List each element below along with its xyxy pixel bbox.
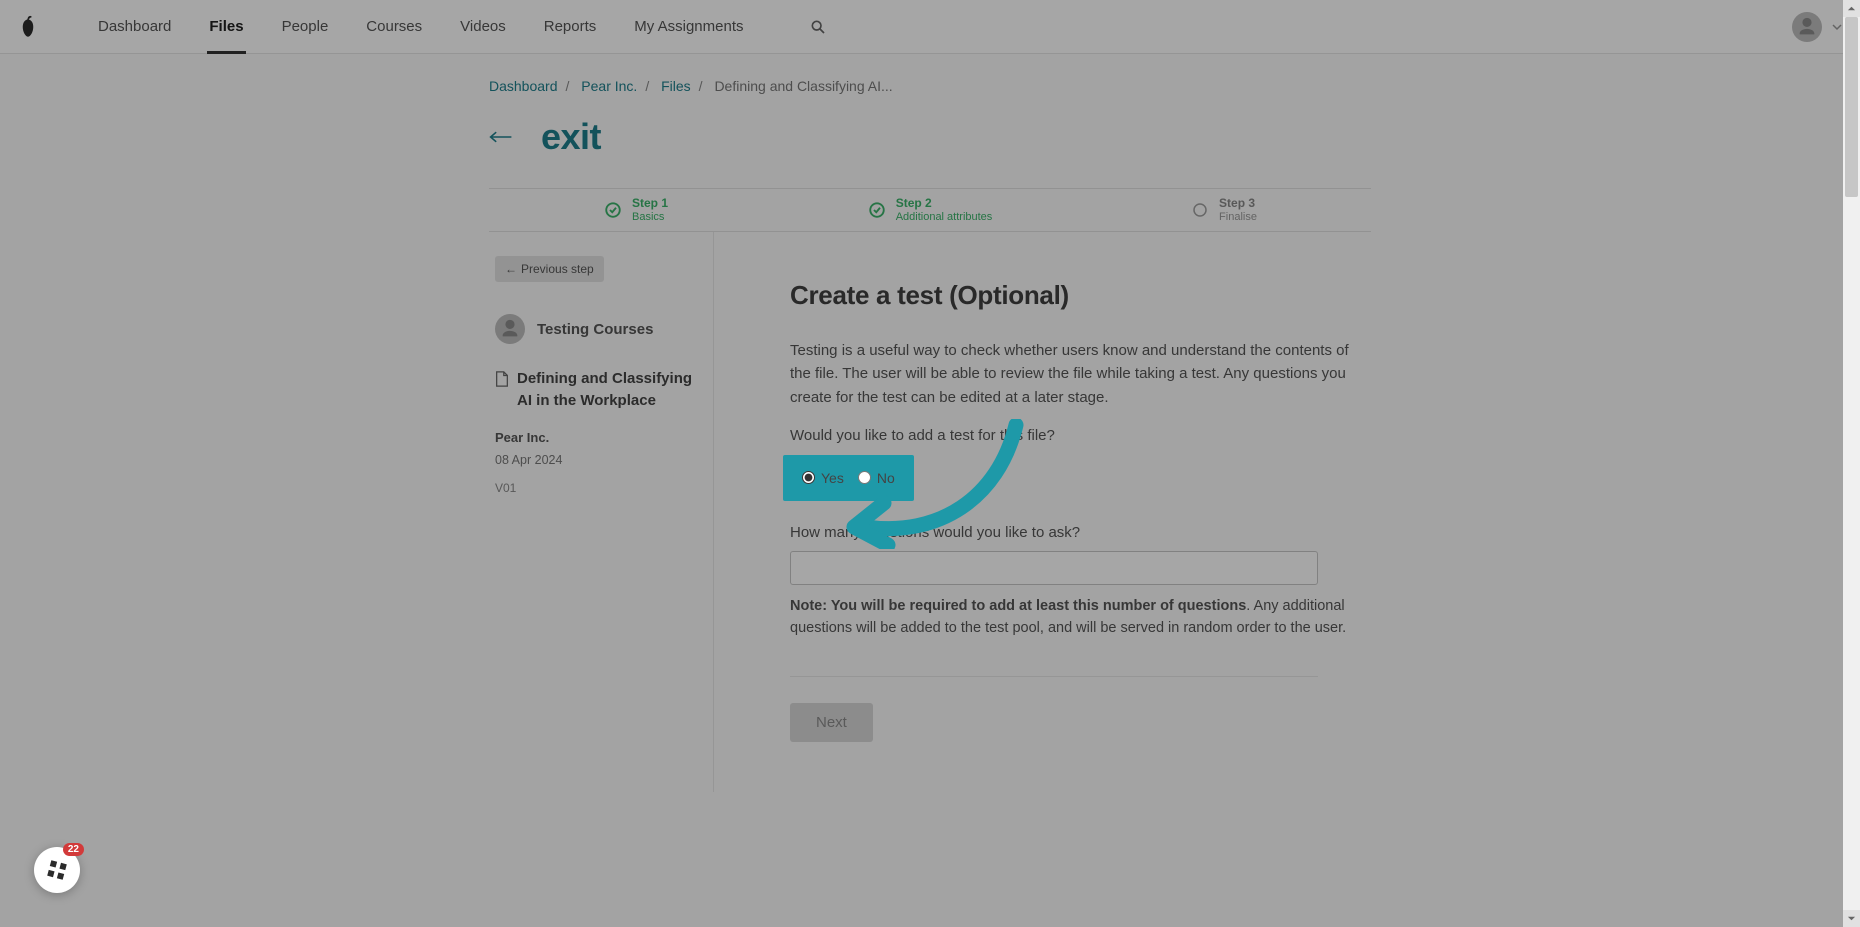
- previous-step-label: Previous step: [521, 262, 594, 276]
- radio-no-input[interactable]: [858, 471, 871, 484]
- nav-people[interactable]: People: [280, 0, 331, 53]
- circle-icon: [1191, 201, 1209, 219]
- next-button[interactable]: Next: [790, 703, 873, 742]
- section-intro: Testing is a useful way to check whether…: [790, 339, 1350, 409]
- help-widget[interactable]: 22: [34, 847, 80, 893]
- top-header: Dashboard Files People Courses Videos Re…: [0, 0, 1860, 54]
- crumb-current: Defining and Classifying AI...: [714, 78, 892, 94]
- file-icon: [495, 371, 509, 387]
- radio-yes-input[interactable]: [802, 471, 815, 484]
- file-date: 08 Apr 2024: [495, 453, 703, 467]
- scroll-thumb[interactable]: [1845, 17, 1858, 197]
- radio-no[interactable]: No: [858, 470, 895, 486]
- crumb-dashboard[interactable]: Dashboard: [489, 78, 558, 94]
- step-2-title: Step 2: [896, 197, 993, 211]
- help-widget-icon: [45, 858, 69, 882]
- arrow-left-small-icon: ←: [505, 262, 517, 276]
- sidebar: ← Previous step Testing Courses Defining…: [489, 232, 714, 792]
- nav-files[interactable]: Files: [207, 0, 245, 53]
- previous-step-button[interactable]: ← Previous step: [495, 256, 604, 282]
- main-panel: Create a test (Optional) Testing is a us…: [714, 232, 1371, 792]
- nav-reports[interactable]: Reports: [542, 0, 599, 53]
- user-menu[interactable]: [1792, 12, 1842, 42]
- check-circle-icon: [868, 201, 886, 219]
- question-count-input[interactable]: [790, 551, 1318, 585]
- vertical-scrollbar[interactable]: [1843, 0, 1860, 927]
- chevron-down-icon: [1832, 22, 1842, 32]
- page-title: exit: [541, 116, 601, 158]
- add-test-radio-group: Yes No: [790, 462, 907, 494]
- step-2-sub: Additional attributes: [896, 211, 993, 224]
- radio-no-label: No: [877, 470, 895, 486]
- radio-yes-label: Yes: [821, 470, 844, 486]
- file-name: Defining and Classifying AI in the Workp…: [517, 368, 703, 412]
- check-circle-icon: [604, 201, 622, 219]
- author-avatar-icon: [495, 314, 525, 344]
- step-3[interactable]: Step 3Finalise: [1077, 189, 1371, 231]
- logo-icon: [18, 15, 38, 39]
- step-3-sub: Finalise: [1219, 211, 1257, 224]
- file-version: V01: [495, 481, 703, 495]
- divider: [790, 676, 1318, 677]
- note-bold: Note: You will be required to add at lea…: [790, 598, 1246, 614]
- scroll-up-button[interactable]: [1843, 0, 1860, 17]
- step-1-sub: Basics: [632, 211, 668, 224]
- step-1-title: Step 1: [632, 197, 668, 211]
- primary-nav: Dashboard Files People Courses Videos Re…: [96, 0, 826, 53]
- step-2[interactable]: Step 2Additional attributes: [783, 189, 1077, 231]
- nav-dashboard[interactable]: Dashboard: [96, 0, 173, 53]
- radio-yes[interactable]: Yes: [802, 470, 844, 486]
- back-arrow-icon[interactable]: [489, 129, 513, 145]
- note-text: Note: You will be required to add at lea…: [790, 595, 1350, 640]
- step-3-title: Step 3: [1219, 197, 1257, 211]
- section-heading: Create a test (Optional): [790, 280, 1361, 311]
- step-1[interactable]: Step 1Basics: [489, 189, 783, 231]
- stepper: Step 1Basics Step 2Additional attributes…: [489, 188, 1371, 232]
- nav-videos[interactable]: Videos: [458, 0, 508, 53]
- scroll-down-button[interactable]: [1843, 910, 1860, 927]
- crumb-files[interactable]: Files: [661, 78, 691, 94]
- nav-my-assignments[interactable]: My Assignments: [632, 0, 745, 53]
- question-how-many: How many questions would you like to ask…: [790, 524, 1361, 541]
- help-widget-badge: 22: [63, 843, 84, 856]
- breadcrumb: Dashboard/ Pear Inc./ Files/ Defining an…: [489, 78, 1371, 94]
- question-add-test: Would you like to add a test for this fi…: [790, 427, 1361, 444]
- nav-courses[interactable]: Courses: [364, 0, 424, 53]
- search-icon[interactable]: [810, 19, 826, 35]
- author-name: Testing Courses: [537, 321, 653, 338]
- crumb-company[interactable]: Pear Inc.: [581, 78, 637, 94]
- user-avatar-icon: [1792, 12, 1822, 42]
- company-label: Pear Inc.: [495, 430, 703, 445]
